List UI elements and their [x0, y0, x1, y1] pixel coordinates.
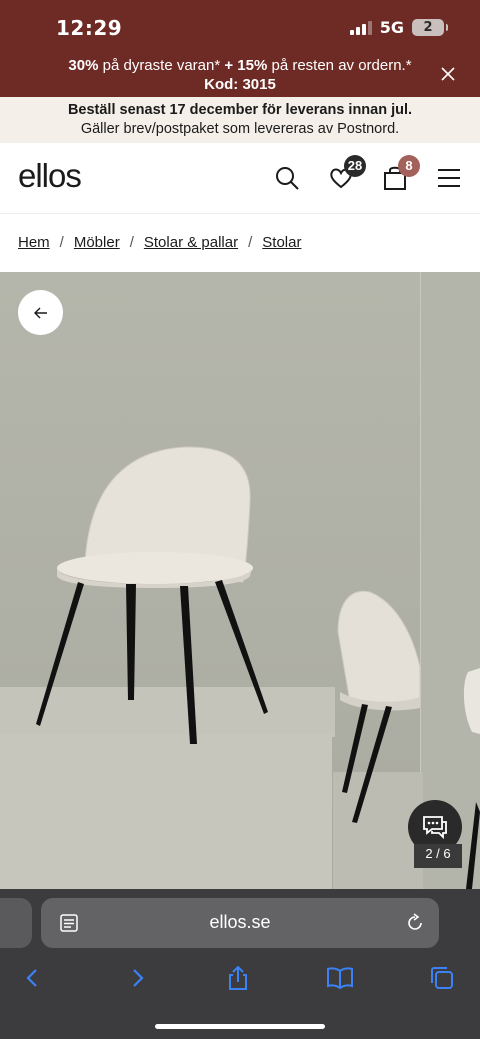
search-icon[interactable]: [274, 165, 300, 191]
breadcrumb-hem[interactable]: Hem: [18, 234, 50, 251]
url-text: ellos.se: [209, 912, 271, 932]
status-indicators: 5G 2: [349, 18, 448, 37]
promo-text-2: på resten av ordern.*: [267, 57, 412, 74]
browser-toolbar: ellos.se: [0, 889, 480, 1039]
promo-banner: 12:29 5G 2 30% på dyraste varan* + 15% p…: [0, 0, 480, 97]
previous-tab[interactable]: [0, 898, 32, 948]
image-counter: 2 / 6: [414, 844, 462, 868]
breadcrumb-stolar[interactable]: Stolar: [262, 234, 301, 251]
breadcrumb-mobler[interactable]: Möbler: [74, 234, 120, 251]
back-nav-button[interactable]: [18, 963, 48, 993]
network-type: 5G: [379, 18, 404, 37]
promo-code: Kod: 3015: [204, 76, 276, 93]
cart-button[interactable]: 8: [382, 155, 420, 191]
promo-discount-1: 30%: [68, 57, 99, 74]
breadcrumb-separator: /: [59, 234, 64, 251]
breadcrumb: Hem / Möbler / Stolar & pallar / Stolar: [18, 234, 301, 251]
tabs-icon: [431, 967, 453, 989]
battery-level: 2: [423, 20, 433, 35]
cart-badge: 8: [398, 155, 420, 177]
breadcrumb-separator: /: [248, 234, 253, 251]
promo-discount-2: + 15%: [224, 57, 268, 74]
chat-icon: [423, 816, 447, 840]
delivery-notice-subtitle: Gäller brev/postpaket som levereras av P…: [80, 121, 400, 137]
back-button[interactable]: [18, 290, 63, 335]
tabs-button[interactable]: [427, 963, 457, 993]
site-header: ellos 28 8: [0, 143, 480, 214]
home-indicator: [155, 1024, 325, 1029]
breadcrumb-separator: /: [129, 234, 134, 251]
share-icon: [229, 965, 247, 990]
product-image-chair: [36, 446, 480, 889]
signal-icon: [349, 20, 372, 35]
address-bar[interactable]: ellos.se: [41, 898, 439, 948]
book-icon: [327, 967, 353, 990]
share-button[interactable]: [223, 963, 253, 993]
promo-text-1: på dyraste varan*: [98, 57, 225, 74]
chevron-right-icon: [133, 969, 144, 987]
status-time: 12:29: [56, 16, 123, 40]
status-bar: 12:29 5G 2: [0, 0, 480, 52]
wishlist-button[interactable]: 28: [328, 155, 366, 191]
reload-icon[interactable]: [405, 913, 425, 933]
wishlist-badge: 28: [344, 155, 366, 177]
bookmarks-button[interactable]: [325, 963, 355, 993]
breadcrumb-stolar-pallar[interactable]: Stolar & pallar: [144, 234, 238, 251]
promo-text: 30% på dyraste varan* + 15% på resten av…: [0, 56, 480, 94]
delivery-notice: Beställ senast 17 december för leverans …: [0, 97, 480, 143]
forward-nav-button[interactable]: [122, 963, 152, 993]
battery-icon: 2: [412, 19, 448, 36]
product-image-gallery[interactable]: 2 / 6: [0, 272, 480, 889]
arrow-left-icon: [33, 307, 47, 318]
close-icon[interactable]: [440, 66, 456, 82]
chevron-left-icon: [26, 969, 37, 987]
menu-icon[interactable]: [436, 165, 462, 191]
delivery-notice-title: Beställ senast 17 december för leverans …: [67, 102, 413, 118]
ellos-logo[interactable]: ellos: [18, 157, 82, 195]
